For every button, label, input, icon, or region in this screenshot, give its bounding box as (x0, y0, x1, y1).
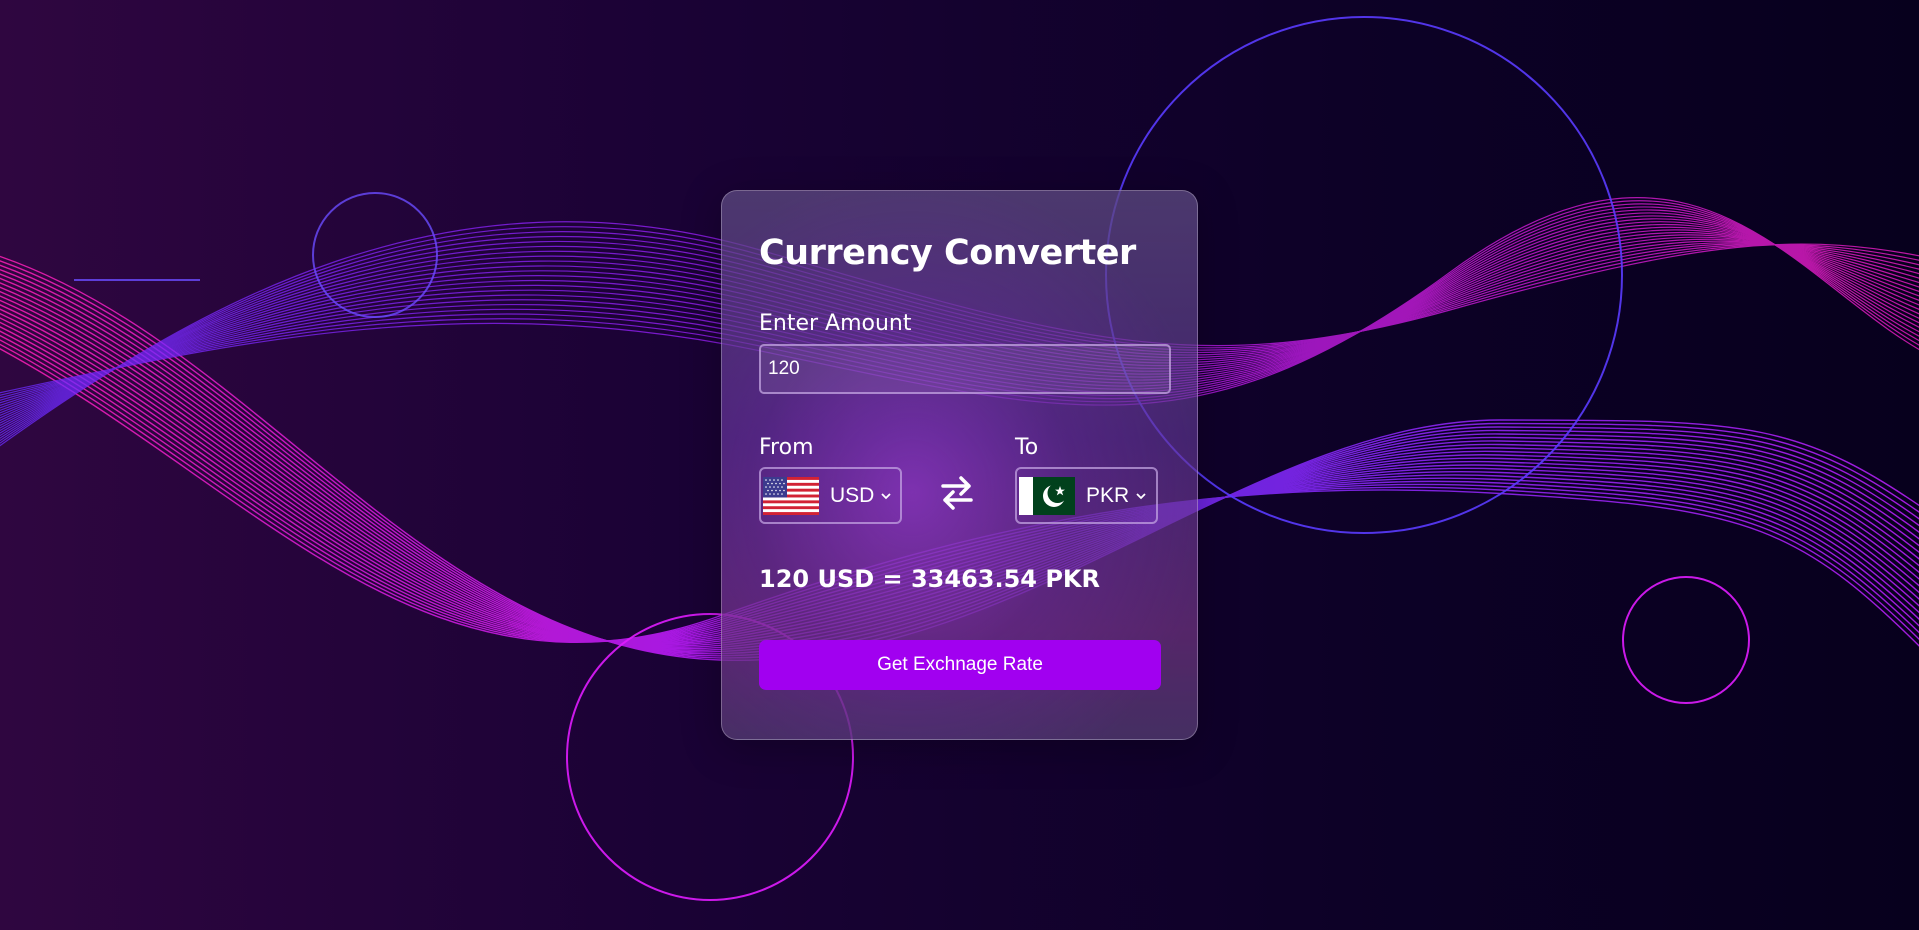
page-title: Currency Converter (759, 233, 1136, 273)
converter-card: Currency Converter Enter Amount From (721, 190, 1198, 740)
amount-input[interactable] (759, 344, 1171, 394)
us-flag-icon (763, 476, 819, 515)
from-currency-code: USD (830, 483, 875, 507)
get-exchange-rate-button[interactable]: Get Exchnage Rate (759, 640, 1161, 690)
amount-label: Enter Amount (759, 311, 912, 336)
from-currency-select[interactable]: USD (759, 467, 902, 524)
conversion-result: 120 USD = 33463.54 PKR (759, 565, 1101, 593)
from-label: From (759, 435, 814, 460)
to-label: To (1015, 435, 1039, 460)
to-currency-code: PKR (1086, 483, 1130, 507)
pk-flag-icon (1019, 476, 1075, 515)
swap-arrows-icon[interactable] (940, 473, 974, 513)
chevron-down-icon (1136, 492, 1146, 499)
chevron-down-icon (881, 492, 891, 499)
to-currency-select[interactable]: PKR (1015, 467, 1158, 524)
